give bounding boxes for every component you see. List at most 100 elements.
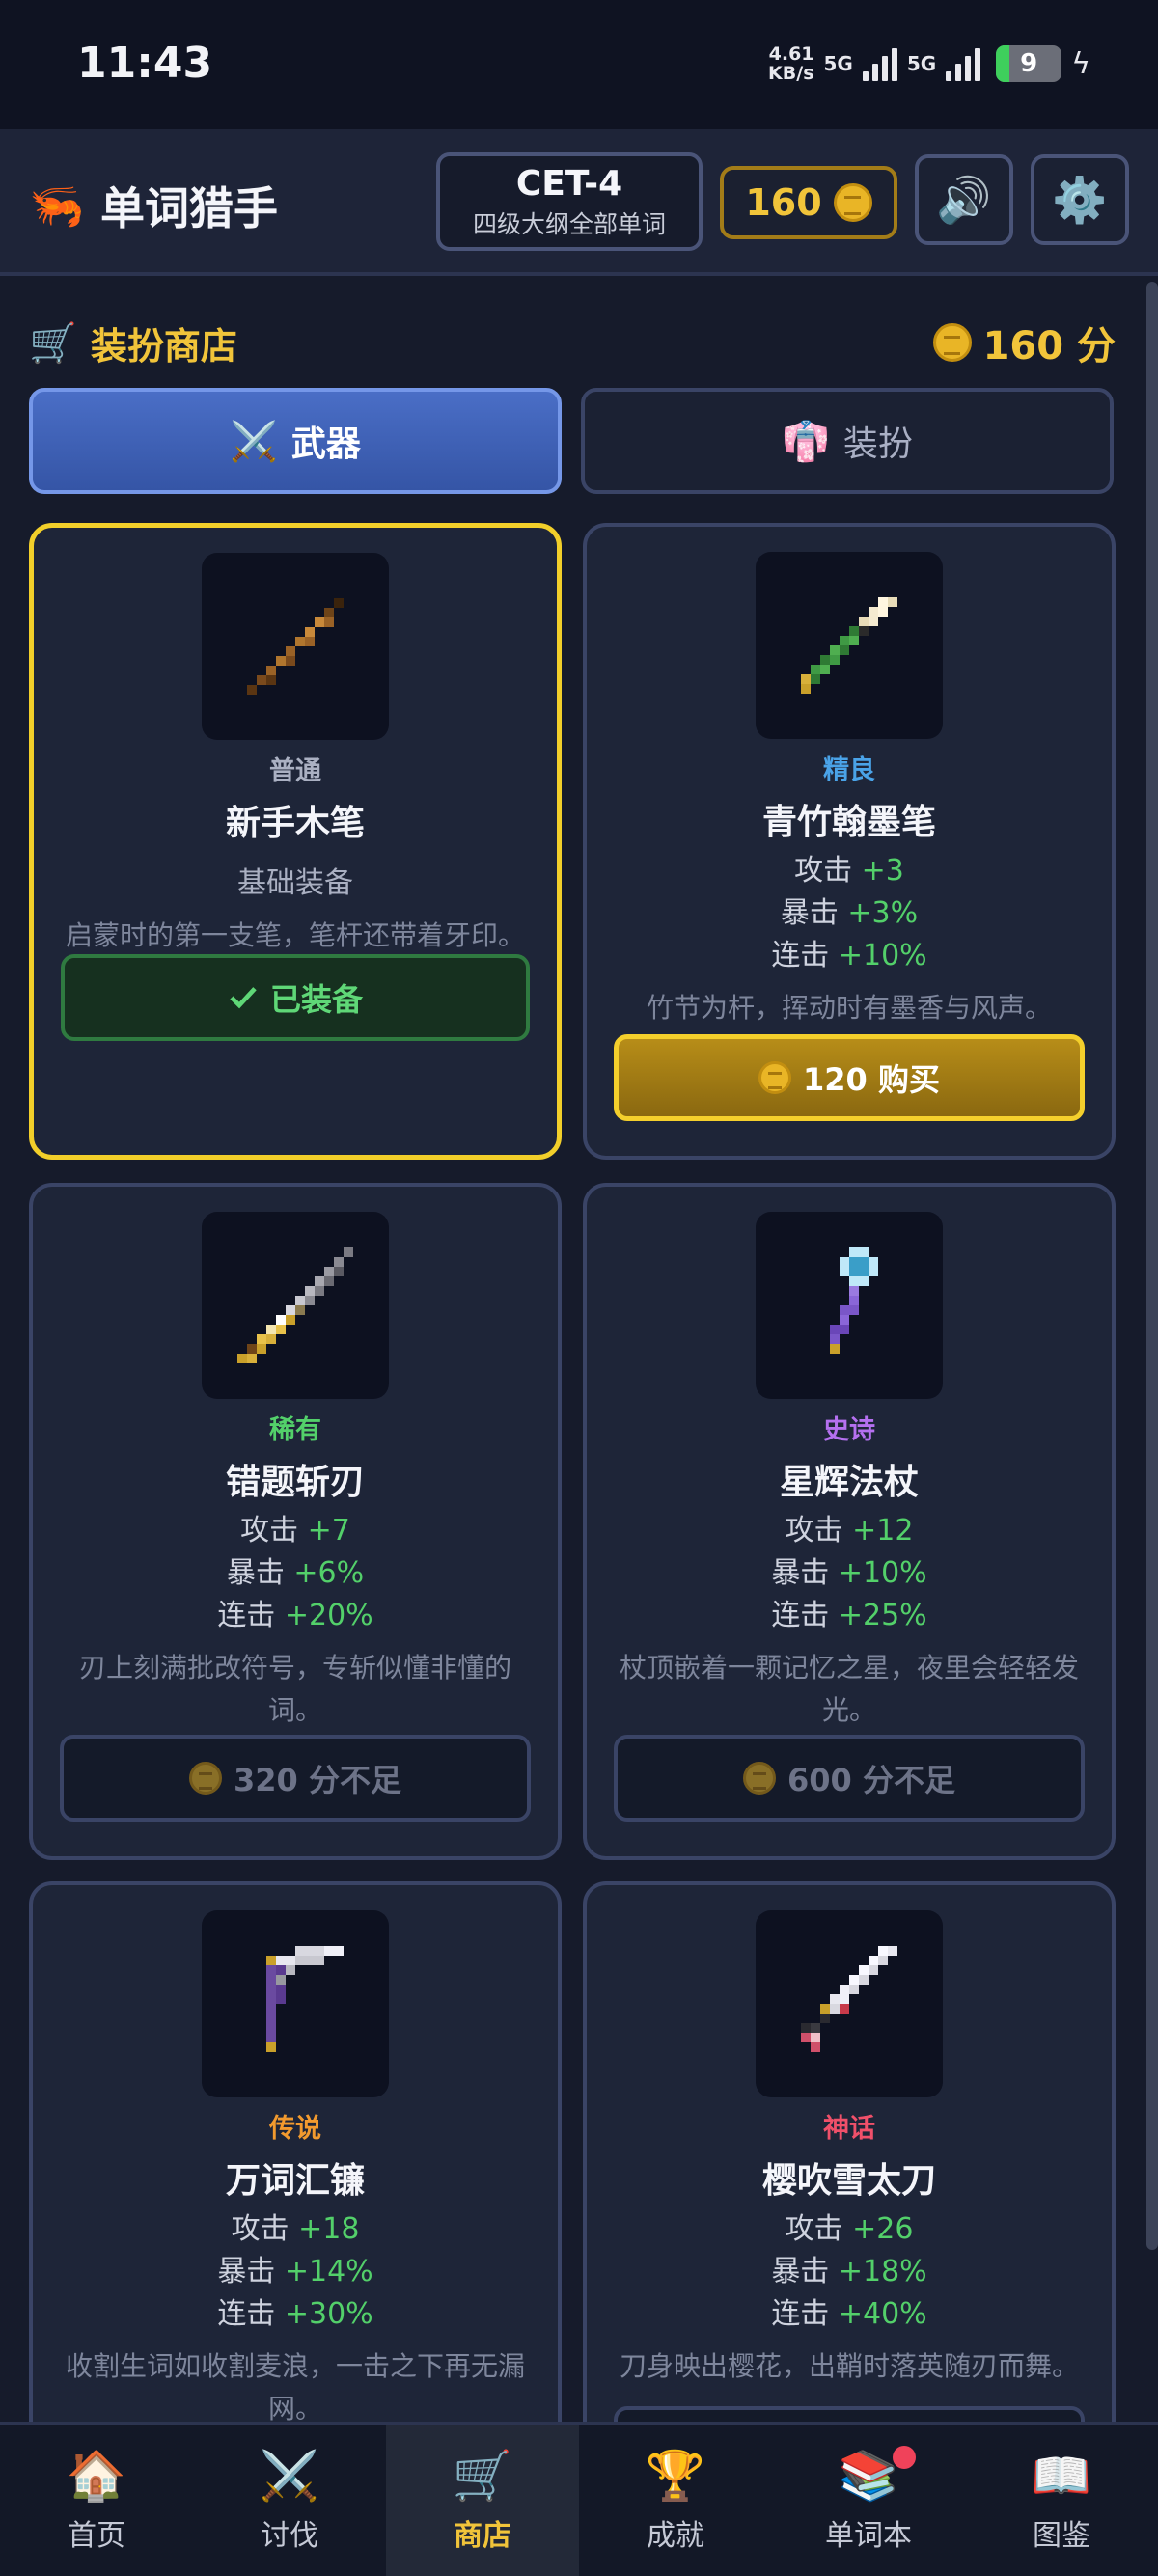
stat-crit: 暴击 +6% xyxy=(226,1556,365,1590)
kimono-icon: 👘 xyxy=(782,419,830,464)
stat-crit: 暴击 +18% xyxy=(771,2255,927,2288)
item-card-wooden-pen[interactable]: 普通 新手木笔 基础装备 启蒙时的第一支笔，笔杆还带着牙印。 已装备 xyxy=(29,523,562,1160)
blade-icon xyxy=(237,1247,353,1363)
item-art xyxy=(756,1212,943,1399)
rarity-label: 精良 xyxy=(823,755,875,785)
buy-button[interactable]: 120 购买 xyxy=(614,1034,1085,1121)
nav-collection[interactable]: 📖 图鉴 xyxy=(965,2425,1158,2576)
item-art xyxy=(202,553,389,740)
cet-level: CET-4 xyxy=(515,164,623,204)
battery-icon: 9 xyxy=(996,45,1062,82)
signal-icon xyxy=(946,46,981,81)
item-card-mistake-blade[interactable]: 稀有 错题斩刃 攻击 +7 暴击 +6% 连击 +20% 刃上刻满批改符号，专斩… xyxy=(29,1183,562,1860)
notification-badge xyxy=(893,2446,916,2469)
stat-attack: 攻击 +3 xyxy=(794,854,904,888)
equipped-button[interactable]: 已装备 xyxy=(61,954,530,1041)
shop-content[interactable]: 🛒 装扮商店 160 分 ⚔️ 武器 👘 装扮 普通 新手木笔 基础装备 启蒙时… xyxy=(0,280,1158,2422)
stat-combo: 连击 +20% xyxy=(217,1599,373,1632)
coin-count: 160 xyxy=(745,181,822,224)
nav-shop[interactable]: 🛒 商店 xyxy=(386,2425,579,2576)
check-icon xyxy=(230,987,257,1009)
item-card-star-staff[interactable]: 史诗 星辉法杖 攻击 +12 暴击 +10% 连击 +25% 杖顶嵌着一颗记忆之… xyxy=(583,1183,1116,1860)
status-bar: 11:43 4.61 KB/s 5G 5G 9 ϟ xyxy=(0,0,1158,129)
trophy-icon: 🏆 xyxy=(645,2447,706,2504)
status-time: 11:43 xyxy=(77,39,213,88)
app-header: 🦐 单词猎手 CET-4 四级大纲全部单词 160 🔊 ⚙️ xyxy=(0,129,1158,276)
cet-subtitle: 四级大纲全部单词 xyxy=(472,210,666,238)
item-action-button[interactable] xyxy=(614,2406,1085,2422)
insufficient-points-button[interactable]: 600 分不足 xyxy=(614,1735,1085,1822)
wooden-pen-icon xyxy=(247,598,344,695)
wordbook-selector[interactable]: CET-4 四级大纲全部单词 xyxy=(436,152,703,251)
crossed-swords-icon: ⚔️ xyxy=(230,419,278,464)
item-card-sakura-katana[interactable]: 神话 樱吹雪太刀 攻击 +26 暴击 +18% 连击 +40% 刀身映出樱花，出… xyxy=(583,1881,1116,2422)
item-art xyxy=(202,1212,389,1399)
rarity-label: 神话 xyxy=(823,2114,875,2144)
stat-combo: 连击 +25% xyxy=(771,1599,927,1632)
rarity-label: 史诗 xyxy=(823,1415,875,1445)
settings-button[interactable]: ⚙️ xyxy=(1031,154,1129,245)
nav-battle[interactable]: ⚔️ 讨伐 xyxy=(193,2425,386,2576)
speaker-icon: 🔊 xyxy=(936,173,992,226)
rarity-label: 稀有 xyxy=(269,1415,321,1445)
cart-icon: 🛒 xyxy=(452,2447,513,2504)
coin-icon xyxy=(743,1762,777,1795)
stat-attack: 攻击 +18 xyxy=(231,2212,360,2246)
stat-attack: 攻击 +12 xyxy=(785,1514,914,1548)
nav-home[interactable]: 🏠 首页 xyxy=(0,2425,193,2576)
stat-attack: 攻击 +7 xyxy=(240,1514,350,1548)
app-title: 单词猎手 xyxy=(100,182,278,234)
points-balance: 160 分 xyxy=(932,315,1116,370)
house-icon: 🏠 xyxy=(66,2447,127,2504)
insufficient-points-button[interactable]: 320 分不足 xyxy=(60,1735,531,1822)
sound-button[interactable]: 🔊 xyxy=(915,154,1013,245)
staff-icon xyxy=(830,1247,878,1354)
tab-costume[interactable]: 👘 装扮 xyxy=(581,388,1114,494)
item-art xyxy=(202,1910,389,2097)
signal-icon xyxy=(862,46,897,81)
tab-weapons[interactable]: ⚔️ 武器 xyxy=(29,388,562,494)
stat-crit: 暴击 +10% xyxy=(771,1556,927,1590)
bottom-navigation: 🏠 首页 ⚔️ 讨伐 🛒 商店 🏆 成就 📚 单词本 📖 图鉴 xyxy=(0,2422,1158,2576)
scythe-icon xyxy=(266,1946,344,2052)
scrollbar[interactable] xyxy=(1146,282,1158,2250)
item-card-bamboo-brush[interactable]: 精良 青竹翰墨笔 攻击 +3 暴击 +3% 连击 +10% 竹节为杆，挥动时有墨… xyxy=(583,523,1116,1160)
item-description: 刀身映出樱花，出鞘时落英随刃而舞。 xyxy=(619,2350,1079,2382)
item-name: 星辉法杖 xyxy=(779,1463,919,1502)
item-art xyxy=(756,552,943,739)
item-description: 刃上刻满批改符号，专斩似懂非懂的词。 xyxy=(78,1652,511,1726)
nav-achievements[interactable]: 🏆 成就 xyxy=(579,2425,772,2576)
item-card-word-scythe[interactable]: 传说 万词汇镰 攻击 +18 暴击 +14% 连击 +30% 收割生词如收割麦浪… xyxy=(29,1881,562,2422)
rarity-label: 普通 xyxy=(269,756,321,786)
item-description: 杖顶嵌着一颗记忆之星，夜里会轻轻发光。 xyxy=(619,1652,1079,1726)
item-description: 启蒙时的第一支笔，笔杆还带着牙印。 xyxy=(65,919,525,951)
item-name: 万词汇镰 xyxy=(225,2161,365,2201)
crossed-swords-icon: ⚔️ xyxy=(259,2447,320,2504)
network-speed: 4.61 KB/s xyxy=(768,43,814,84)
item-description: 竹节为杆，挥动时有墨香与风声。 xyxy=(646,992,1052,1024)
item-art xyxy=(756,1910,943,2097)
nav-wordbook[interactable]: 📚 单词本 xyxy=(772,2425,965,2576)
coin-icon xyxy=(758,1061,792,1094)
item-description: 收割生词如收割麦浪，一击之下再无漏网。 xyxy=(65,2350,525,2422)
charging-icon: ϟ xyxy=(1071,46,1090,81)
gear-icon: ⚙️ xyxy=(1052,173,1108,226)
stat-crit: 暴击 +14% xyxy=(217,2255,373,2288)
item-name: 樱吹雪太刀 xyxy=(761,2161,936,2201)
rarity-label: 传说 xyxy=(269,2114,321,2144)
item-name: 错题斩刃 xyxy=(225,1463,365,1502)
katana-icon xyxy=(801,1946,897,2052)
open-book-icon: 📖 xyxy=(1031,2447,1092,2504)
stat-combo: 连击 +40% xyxy=(771,2297,927,2331)
network-type-2: 5G xyxy=(906,52,937,75)
shop-title: 🛒 装扮商店 xyxy=(29,321,237,368)
network-type-1: 5G xyxy=(823,52,853,75)
coin-icon xyxy=(833,183,872,222)
books-icon: 📚 xyxy=(838,2447,899,2504)
coin-icon xyxy=(932,323,972,362)
stat-crit: 暴击 +3% xyxy=(780,896,919,930)
stat-combo: 连击 +30% xyxy=(217,2297,373,2331)
item-basic-label: 基础装备 xyxy=(237,866,353,900)
status-indicators: 4.61 KB/s 5G 5G 9 ϟ xyxy=(768,39,1090,89)
shrimp-icon: 🦐 xyxy=(29,179,85,232)
